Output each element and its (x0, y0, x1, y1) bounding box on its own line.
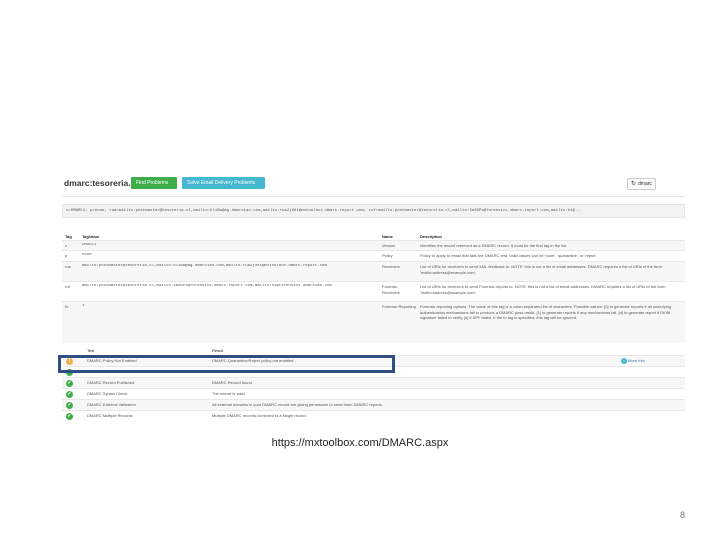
name-cell: Policy (382, 253, 393, 258)
tag-cell: rua (65, 264, 71, 269)
tagvalue-cell: mailto:postmaster@tesoreria.cl,mailto:Im… (82, 284, 332, 288)
table-row: rua mailto:postmaster@tesoreria.cl,mailt… (62, 261, 685, 281)
solve-email-delivery-button[interactable]: Solve Email Delivery Problems (182, 177, 265, 189)
header-tag: Tag (65, 234, 72, 239)
dmarc-lookup-button[interactable]: ↻ dmarc (627, 178, 656, 190)
check-circle-icon: ✓ (66, 402, 73, 409)
tags-table-header: Tag TagValue Name Description (62, 232, 685, 240)
description-cell: List of URIs for receivers to send Foren… (420, 284, 666, 295)
result-cell: The record is valid (212, 391, 245, 396)
header-result: Result (212, 348, 224, 353)
divider (62, 196, 685, 197)
tagvalue-cell: none (82, 253, 92, 257)
check-circle-icon: ✓ (66, 380, 73, 387)
header-name: Name (382, 234, 393, 239)
result-cell: DMARC Record found (212, 380, 252, 385)
description-cell: Forensic reporting options. The value of… (420, 304, 672, 320)
header-test: Test (87, 348, 95, 353)
description-cell: List of URIs for receivers to send XML f… (420, 264, 662, 275)
tagvalue-cell: mailto:postmaster@tesoreria.cl,mailto:hl… (82, 264, 327, 268)
result-cell: Multiple DMARC records corrected to a si… (212, 413, 307, 418)
tag-cell: p (65, 253, 68, 258)
check-circle-icon: ✓ (66, 391, 73, 398)
table-row: ✓ DMARC External Validation All external… (62, 399, 685, 410)
highlight-box (58, 355, 395, 373)
more-info-link[interactable]: i More Info (621, 356, 645, 366)
domain-title: dmarc:tesoreria.cl (64, 178, 138, 188)
refresh-icon: ↻ (631, 181, 637, 187)
name-cell: Forensic Reporting (382, 304, 416, 309)
find-problems-button[interactable]: Find Problems (131, 177, 177, 189)
tests-table-header: Test Result (62, 347, 685, 355)
table-row: ✓ DMARC Record Published DMARC Record fo… (62, 377, 685, 388)
header-description: Description (420, 234, 443, 239)
dmarc-button-label: dmarc (638, 181, 652, 187)
tagvalue-cell: DMARC1 (82, 243, 97, 247)
test-cell: DMARC Record Published (87, 380, 135, 385)
test-cell: DMARC External Validation (87, 402, 136, 407)
header-tagvalue: TagValue (82, 234, 100, 239)
table-row: fo 1 Forensic Reporting Forensic reporti… (62, 301, 685, 343)
table-row: v DMARC1 Version Identifies the record r… (62, 240, 685, 250)
page-number: 8 (680, 510, 686, 520)
tagvalue-cell: 1 (82, 304, 85, 308)
name-cell: Receivers (382, 264, 400, 269)
tag-cell: v (65, 243, 67, 248)
description-cell: Identifies the record retrieved as a DMA… (420, 243, 568, 248)
name-cell: Forensic Receivers (382, 284, 400, 295)
toolbar: dmarc:tesoreria.cl Find Problems Solve E… (62, 174, 685, 196)
result-cell: All external domains in your DMARC recor… (212, 402, 383, 407)
table-row: p none Policy Policy to apply to email t… (62, 250, 685, 261)
source-url: https://mxtoolbox.com/DMARC.aspx (271, 437, 449, 449)
table-row: ✓ DMARC Syntax Check The record is valid (62, 388, 685, 399)
tag-cell: fo (65, 304, 69, 309)
test-cell: DMARC Multiple Records (87, 413, 133, 418)
info-circle-icon: i (621, 357, 627, 364)
table-row: ruf mailto:postmaster@tesoreria.cl,mailt… (62, 281, 685, 301)
mxtoolbox-screenshot: dmarc:tesoreria.cl Find Problems Solve E… (62, 174, 685, 430)
check-circle-icon: ✓ (66, 413, 73, 420)
name-cell: Version (382, 243, 396, 248)
tag-cell: ruf (65, 284, 70, 289)
more-info-label: More Info (628, 358, 645, 363)
test-cell: DMARC Syntax Check (87, 391, 128, 396)
dmarc-record-text: v=DMARC1; p=none; rua=mailto:postmaster@… (62, 204, 685, 218)
table-row: ✓ DMARC Multiple Records Multiple DMARC … (62, 410, 685, 421)
description-cell: Policy to apply to email that fails the … (420, 253, 598, 258)
